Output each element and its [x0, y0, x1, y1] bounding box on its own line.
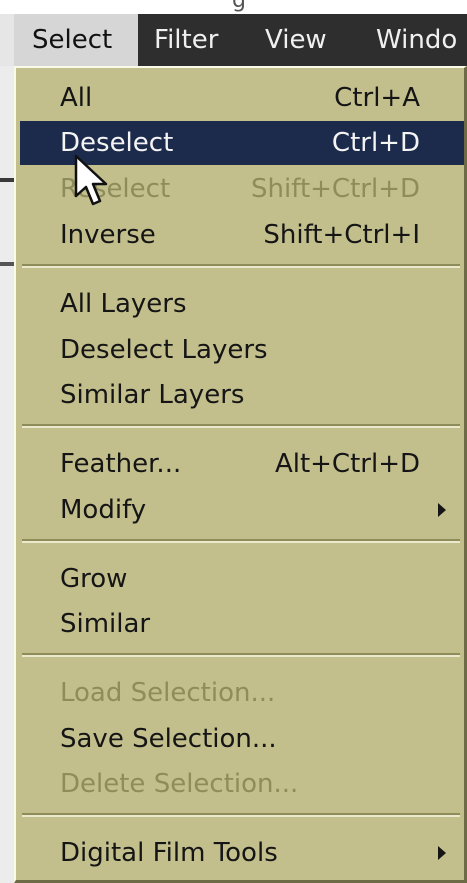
menu-item-similar[interactable]: Similar	[20, 602, 464, 646]
menu-item-shortcut: Shift+Ctrl+I	[263, 220, 420, 250]
menu-item-load-selection[interactable]: Load Selection...	[20, 671, 464, 715]
menu-item-shortcut: Ctrl+D	[331, 128, 420, 158]
background-mark	[0, 178, 14, 182]
menu-item-label: Modify	[60, 495, 147, 525]
menu-view[interactable]: View	[265, 14, 327, 66]
menu-select[interactable]: Select	[14, 14, 138, 66]
menu-item-digital-film-tools[interactable]: Digital Film Tools	[20, 831, 464, 875]
menu-item-all[interactable]: All Ctrl+A	[20, 76, 464, 120]
menu-item-grow[interactable]: Grow	[20, 557, 464, 601]
submenu-arrow-icon	[438, 503, 446, 517]
menu-item-inverse[interactable]: Inverse Shift+Ctrl+I	[20, 213, 464, 257]
menu-bar: Select Filter View Windo	[0, 14, 467, 66]
background-mark	[0, 262, 14, 266]
menu-item-label: Similar Layers	[60, 380, 245, 410]
menu-item-save-selection[interactable]: Save Selection...	[20, 717, 464, 761]
menu-item-label: Load Selection...	[60, 678, 276, 708]
menu-item-label: Inverse	[60, 220, 156, 250]
menu-item-label: All	[60, 83, 93, 113]
menu-item-delete-selection[interactable]: Delete Selection...	[20, 762, 464, 806]
menu-item-label: Feather...	[60, 449, 182, 479]
menu-item-label: Save Selection...	[60, 724, 277, 754]
menu-item-all-layers[interactable]: All Layers	[20, 282, 464, 326]
menu-bar-left-edge	[0, 14, 14, 66]
top-strip: g	[0, 0, 467, 14]
menu-item-label: All Layers	[60, 289, 187, 319]
cut-off-title-text: g	[232, 0, 246, 13]
menu-item-feather[interactable]: Feather... Alt+Ctrl+D	[20, 442, 464, 486]
menu-filter[interactable]: Filter	[154, 14, 218, 66]
menu-item-label: Delete Selection...	[60, 769, 299, 799]
menu-item-modify[interactable]: Modify	[20, 488, 464, 532]
menu-item-label: Digital Film Tools	[60, 838, 278, 868]
submenu-arrow-icon	[438, 846, 446, 860]
menu-item-deselect-layers[interactable]: Deselect Layers	[20, 328, 464, 372]
menu-separator	[22, 264, 460, 268]
background-panel-edge	[0, 66, 14, 883]
menu-window[interactable]: Windo	[376, 14, 457, 66]
menu-item-shortcut: Ctrl+A	[334, 83, 420, 113]
menu-item-label: Similar	[60, 609, 151, 639]
menu-item-label: Deselect Layers	[60, 335, 268, 365]
menu-item-shortcut: Alt+Ctrl+D	[274, 449, 420, 479]
menu-item-similar-layers[interactable]: Similar Layers	[20, 373, 464, 417]
mouse-pointer-icon	[74, 154, 108, 206]
menu-item-shortcut: Shift+Ctrl+D	[251, 174, 420, 204]
menu-separator	[22, 424, 460, 428]
menu-item-label: Grow	[60, 564, 128, 594]
menu-separator	[22, 813, 460, 817]
menu-separator	[22, 539, 460, 543]
menu-separator	[22, 653, 460, 657]
